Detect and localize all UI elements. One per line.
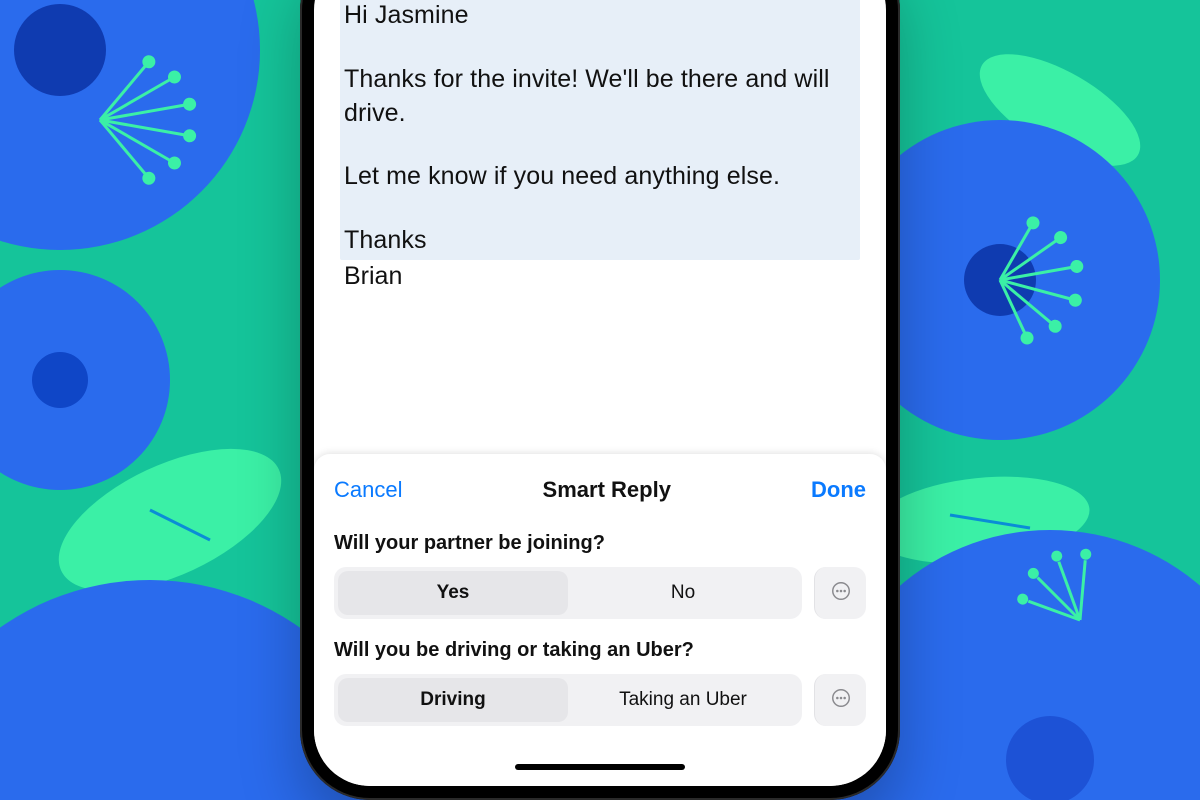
question-transport: Will you be driving or taking an Uber? D… xyxy=(334,639,866,726)
sheet-header: Cancel Smart Reply Done xyxy=(334,468,866,512)
sheet-title: Smart Reply xyxy=(543,477,671,503)
ellipsis-icon xyxy=(830,580,852,607)
email-sender-name: Brian xyxy=(340,260,860,306)
phone-screen: Hi Jasmine Thanks for the invite! We'll … xyxy=(314,0,886,786)
more-options-button[interactable] xyxy=(814,567,866,619)
email-closing-line: Let me know if you need anything else. xyxy=(344,160,854,194)
ellipsis-icon xyxy=(830,687,852,714)
question-label: Will you be driving or taking an Uber? xyxy=(334,639,866,662)
done-button[interactable]: Done xyxy=(811,477,866,503)
segmented-control-transport: Driving Taking an Uber xyxy=(334,674,802,726)
email-compose-area: Hi Jasmine Thanks for the invite! We'll … xyxy=(314,0,886,306)
email-signoff: Thanks xyxy=(344,224,854,258)
option-driving[interactable]: Driving xyxy=(338,678,568,722)
more-options-button[interactable] xyxy=(814,674,866,726)
option-yes[interactable]: Yes xyxy=(338,571,568,615)
phone-frame: Hi Jasmine Thanks for the invite! We'll … xyxy=(300,0,900,800)
email-body-line: Thanks for the invite! We'll be there an… xyxy=(344,63,854,131)
option-no[interactable]: No xyxy=(568,571,798,615)
home-indicator[interactable] xyxy=(515,764,685,770)
smart-reply-sheet: Cancel Smart Reply Done Will your partne… xyxy=(314,454,886,786)
email-body-selected[interactable]: Hi Jasmine Thanks for the invite! We'll … xyxy=(340,0,860,260)
question-partner: Will your partner be joining? Yes No xyxy=(334,532,866,619)
question-label: Will your partner be joining? xyxy=(334,532,866,555)
option-uber[interactable]: Taking an Uber xyxy=(568,678,798,722)
email-greeting: Hi Jasmine xyxy=(344,0,854,33)
segmented-control-partner: Yes No xyxy=(334,567,802,619)
cancel-button[interactable]: Cancel xyxy=(334,477,402,503)
